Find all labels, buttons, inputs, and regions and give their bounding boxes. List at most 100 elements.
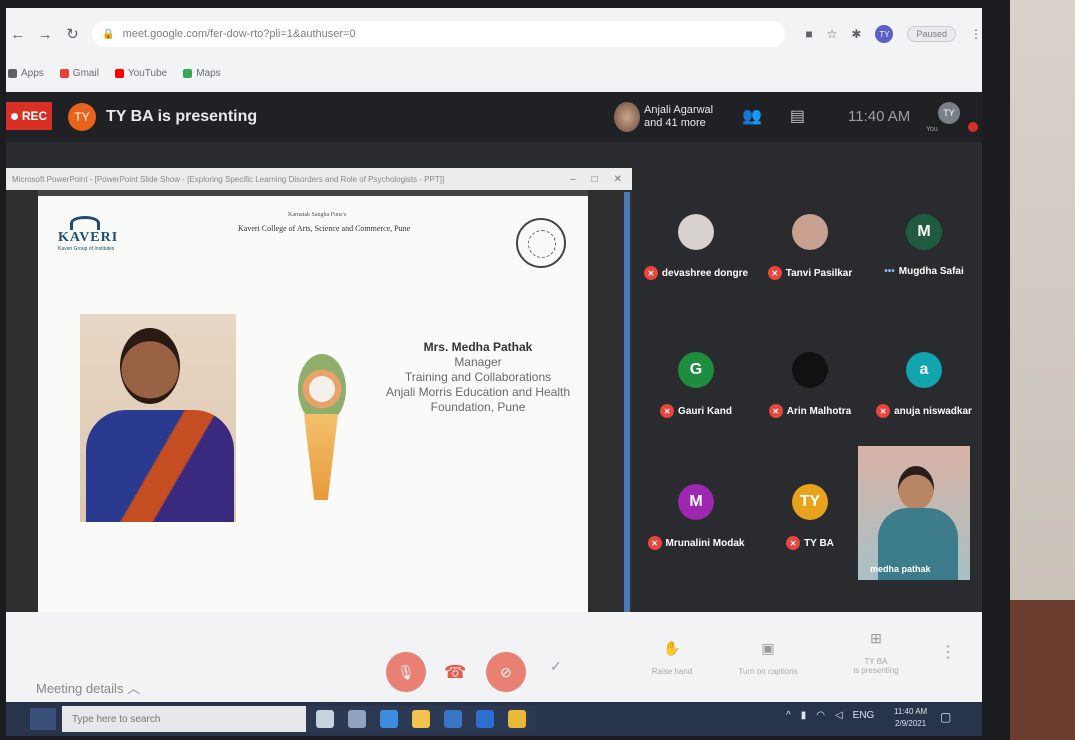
speaker-name: Mrs. Medha Pathak (423, 340, 533, 354)
file-explorer-icon[interactable] (412, 710, 430, 728)
chat-icon[interactable]: ▤ (790, 106, 805, 126)
lock-icon: 🔒 (102, 28, 115, 40)
star-icon[interactable]: ☆ (827, 27, 838, 41)
meeting-details-button[interactable]: Meeting details ︿ (36, 678, 140, 697)
bookmark-label: YouTube (127, 67, 168, 79)
more-options-icon[interactable]: ⋮ (940, 642, 956, 662)
participant-avatar (678, 214, 714, 250)
screen: ← → ↻ 🔒 meet.google.com/fer-dow-rto?pli=… (6, 8, 982, 736)
bookmark-item[interactable]: Apps (8, 68, 44, 79)
participant-avatar: TY (792, 484, 828, 520)
speaker-dept: Training and Collaborations (404, 370, 552, 384)
camera-icon[interactable]: ■ (805, 27, 812, 41)
bookmark-label: Apps (21, 67, 44, 79)
url-bar-row: ← → ↻ 🔒 meet.google.com/fer-dow-rto?pli=… (6, 14, 982, 54)
others-line2: and 41 more (644, 117, 706, 129)
participant-tile[interactable]: G ✕ Gauri Kand (640, 352, 752, 418)
participant-name: TY BA (804, 537, 834, 549)
paused-button[interactable]: Paused (907, 26, 956, 42)
self-avatar[interactable]: TY (938, 102, 960, 124)
bookmark-item[interactable]: Gmail (59, 67, 99, 79)
chevron-up-icon: ︿ (127, 681, 141, 696)
maximize-icon[interactable]: □ (592, 174, 598, 185)
start-button[interactable] (30, 708, 56, 730)
participant-tile[interactable]: TY ✕ TY BA (754, 484, 866, 550)
logo-mark (70, 216, 100, 230)
photo-frame: ← → ↻ 🔒 meet.google.com/fer-dow-rto?pli=… (0, 0, 1075, 740)
slide: KAVERI Kaveri Group of Institutes Karnat… (38, 196, 588, 616)
self-view-name: medha pathak (870, 564, 931, 574)
extensions: ■ ☆ ✱ TY Paused ⋮ (805, 25, 982, 43)
close-icon[interactable]: ✕ (614, 174, 622, 185)
battery-icon[interactable]: ▮ (801, 710, 807, 721)
participant-tile[interactable]: ✕ Arin Malhotra (754, 352, 866, 418)
chevron-up-tray-icon[interactable]: ^ (786, 710, 791, 721)
captions-button[interactable]: ▣ Turn on captions (728, 640, 808, 676)
bookmark-item[interactable]: Maps (183, 67, 221, 79)
self-view-tile[interactable]: medha pathak (858, 446, 970, 580)
speaker-info: Mrs. Medha Pathak Manager Training and C… (378, 340, 578, 415)
camera-off-button[interactable]: ⊘ (486, 652, 526, 692)
raise-hand-button[interactable]: ✋ Raise hand (632, 640, 712, 676)
participant-tile[interactable]: a ✕ anuja niswadkar (868, 352, 980, 418)
wifi-icon[interactable]: ◠ (816, 710, 825, 721)
url-text: meet.google.com/fer-dow-rto?pli=1&authus… (122, 28, 356, 40)
ppt-sidebar (6, 190, 38, 618)
volume-icon[interactable]: ◁ (835, 710, 843, 721)
profile-avatar[interactable]: TY (875, 25, 894, 43)
participant-tile[interactable]: ✕ Tanvi Pasilkar (754, 214, 866, 280)
rec-label: REC (21, 109, 48, 123)
recording-badge: REC (6, 102, 52, 130)
phone-icon: ☎ (444, 662, 467, 682)
participant-name-row: ✕ Arin Malhotra (754, 404, 866, 418)
kaveri-logo: KAVERI Kaveri Group of Institutes (58, 216, 118, 252)
participants-summary[interactable]: Anjali Agarwal and 41 more (644, 104, 713, 130)
participant-tile[interactable]: M ✕ Mrunalini Modak (640, 484, 752, 550)
powerpoint-window: Microsoft PowerPoint - [PowerPoint Slide… (6, 168, 632, 618)
camera-off-icon: ⊘ (500, 663, 512, 680)
taskbar-search[interactable]: Type here to search (62, 706, 306, 732)
edge-icon[interactable] (380, 710, 398, 728)
hang-up-button[interactable]: ☎ (444, 662, 466, 683)
language-indicator[interactable]: ENG (853, 710, 875, 721)
mail-icon[interactable] (476, 710, 494, 728)
bouquet-flowers (298, 354, 346, 424)
system-tray: ^ ▮ ◠ ◁ ENG (786, 710, 874, 721)
browser-chrome: ← → ↻ 🔒 meet.google.com/fer-dow-rto?pli=… (6, 8, 982, 92)
people-icon[interactable]: 👥 (742, 106, 762, 126)
mic-muted-icon: ✕ (786, 536, 801, 550)
cortana-icon[interactable] (316, 710, 334, 728)
address-bar[interactable]: 🔒 meet.google.com/fer-dow-rto?pli=1&auth… (92, 21, 786, 47)
participant-name-row: ✕ Mrunalini Modak (640, 536, 752, 550)
notification-icon[interactable]: ▢ (940, 710, 951, 724)
scroll-thumb[interactable] (624, 192, 630, 612)
bookmark-item[interactable]: YouTube (114, 67, 168, 79)
participant-tile[interactable]: ✕ devashree dongre (640, 214, 752, 280)
ppt-titlebar: Microsoft PowerPoint - [PowerPoint Slide… (6, 168, 632, 190)
presenting-button[interactable]: ⊞ TY BA is presenting (836, 630, 916, 675)
participant-tile[interactable]: M ••• Mugdha Safai (868, 214, 980, 277)
store-icon[interactable] (444, 710, 462, 728)
participant-thumbnail[interactable] (614, 102, 640, 132)
minimize-icon[interactable]: – (570, 174, 576, 185)
extension-icon[interactable]: ✱ (851, 27, 861, 41)
forward-icon[interactable]: → (37, 26, 53, 43)
bookmark-label: Maps (196, 67, 221, 79)
bookmark-label: Gmail (72, 67, 99, 79)
back-icon[interactable]: ← (10, 26, 25, 43)
more-chevron[interactable]: ✓ (550, 658, 562, 675)
taskbar-clock[interactable]: 11:40 AM 2/9/2021 (894, 706, 927, 730)
mic-off-button[interactable]: 🎙 (386, 652, 426, 692)
task-view-icon[interactable] (348, 710, 366, 728)
speaker-org: Anjali Morris Education and Health Found… (385, 385, 571, 414)
chrome-icon[interactable] (508, 710, 526, 728)
participant-name-row: ••• Mugdha Safai (868, 266, 980, 277)
ppt-scrollbar[interactable] (588, 190, 632, 618)
others-line1: Anjali Agarwal (644, 104, 714, 116)
reload-icon[interactable]: ↻ (65, 25, 80, 43)
institution-name: Kaveri College of Arts, Science and Comm… (238, 224, 411, 233)
participant-name: anuja niswadkar (894, 405, 972, 417)
mic-muted-icon: ✕ (647, 536, 662, 550)
bookmarks-bar: Apps Gmail YouTube Maps (6, 62, 221, 84)
menu-icon[interactable]: ⋮ (970, 27, 982, 41)
